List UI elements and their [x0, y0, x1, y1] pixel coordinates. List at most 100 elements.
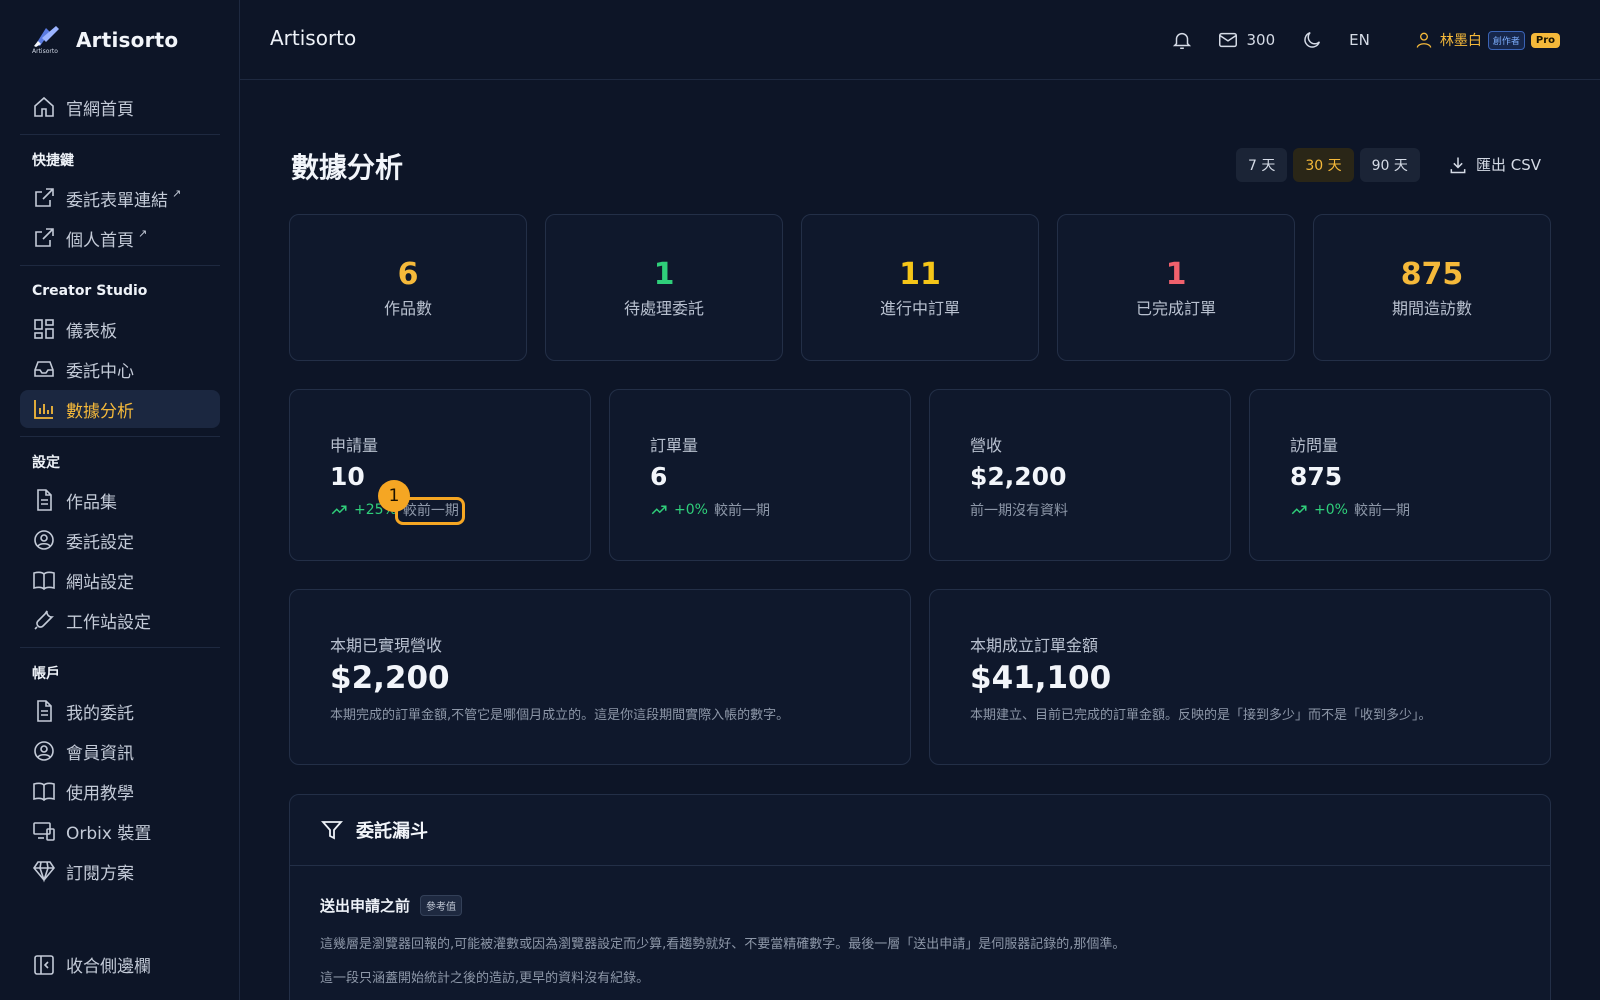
section-creator-studio: Creator Studio [32, 283, 148, 299]
book-open-icon [33, 571, 55, 591]
notifications-button[interactable] [1171, 29, 1193, 51]
stat-label: 待處理委託 [623, 299, 704, 318]
trend-compare: 較前一期 [1353, 503, 1410, 519]
stat-card-visits: 875 期間造訪數 [1313, 214, 1551, 361]
sidebar-item-workstation-settings[interactable]: 工作站設定 [20, 601, 220, 639]
sidebar-item-dashboard[interactable]: 儀表板 [20, 310, 220, 348]
stat-card-orders-in-progress: 11 進行中訂單 [801, 214, 1039, 361]
messages-button[interactable]: 300 [1217, 29, 1276, 51]
sidebar-item-label: 儀表板 [66, 321, 117, 342]
metric-card-revenue: 營收 $2,200 前一期沒有資料 [929, 389, 1231, 561]
divider [20, 265, 220, 266]
date-range-selector: 7 天 30 天 90 天 [1236, 148, 1420, 182]
divider [20, 436, 220, 437]
range-90-days-button[interactable]: 90 天 [1359, 148, 1420, 182]
divider [290, 865, 1550, 866]
sidebar-item-site-settings[interactable]: 網站設定 [20, 561, 220, 599]
bar-chart-icon [34, 400, 53, 419]
sidebar-item-personal-home[interactable]: 個人首頁 ↗ [20, 219, 220, 257]
sidebar-item-label: 網站設定 [66, 572, 134, 593]
trend-delta: +0% [674, 502, 708, 518]
metric-note: 前一期沒有資料 [970, 503, 1068, 519]
sidebar-item-subscription[interactable]: 訂閱方案 [20, 852, 220, 890]
metric-label: 訂單量 [650, 436, 699, 455]
metric-label: 訪問量 [1290, 436, 1339, 455]
collapse-sidebar-button[interactable]: 收合側邊欄 [32, 952, 151, 977]
section-shortcuts: 快捷鍵 [32, 153, 74, 169]
external-link-icon [35, 188, 54, 207]
export-label: 匯出 CSV [1476, 156, 1542, 174]
funnel-note: 這一段只涵蓋開始統計之後的造訪,更早的資料沒有紀錄。 [320, 971, 650, 986]
range-30-days-button[interactable]: 30 天 [1293, 148, 1354, 182]
creator-badge: 創作者 [1487, 30, 1525, 50]
wrench-icon [34, 610, 54, 630]
revenue-label: 本期成立訂單金額 [970, 636, 1099, 655]
pro-badge: Pro [1530, 32, 1560, 48]
annotation-badge: 1 [378, 480, 410, 512]
sidebar-item-commission-settings[interactable]: 委託設定 [20, 521, 220, 559]
home-icon [34, 96, 54, 117]
user-menu[interactable]: 林墨白 創作者 Pro [1414, 30, 1560, 50]
trending-up-icon [651, 505, 667, 515]
document-icon [37, 489, 52, 511]
stat-card-pending-commissions: 1 待處理委託 [545, 214, 783, 361]
brand-name: Artisorto [76, 28, 179, 52]
trending-up-icon [331, 505, 347, 515]
sidebar-item-label: 訂閱方案 [66, 863, 134, 884]
realized-revenue-card: 本期已實現營收 $2,200 本期完成的訂單金額,不管它是哪個月成立的。這是你這… [289, 589, 911, 765]
sidebar-item-home[interactable]: 官網首頁 [20, 88, 220, 126]
trend-compare: 較前一期 [713, 503, 770, 519]
revenue-value: $2,200 [330, 660, 450, 696]
stat-label: 作品數 [383, 299, 432, 318]
sidebar-item-commission-center[interactable]: 委託中心 [20, 350, 220, 388]
language-button[interactable]: EN [1349, 31, 1370, 49]
sidebar-item-commission-form-link[interactable]: 委託表單連結 ↗ [20, 179, 220, 217]
mail-icon [1218, 32, 1237, 48]
external-link-icon [35, 228, 54, 247]
trend-up: +0% [1290, 501, 1348, 519]
brush-logo-icon [34, 26, 59, 47]
divider [20, 647, 220, 648]
sidebar-item-label: 個人首頁 [66, 230, 134, 251]
funnel-subtitle: 送出申請之前 參考值 [320, 895, 463, 916]
sidebar-item-analytics[interactable]: 數據分析 [20, 390, 220, 428]
stat-value: 1 [653, 257, 675, 292]
sidebar-collapse-icon [34, 954, 54, 975]
sidebar-item-member-info[interactable]: 會員資訊 [20, 732, 220, 770]
moon-icon [1304, 31, 1321, 48]
theme-toggle-button[interactable] [1301, 29, 1323, 51]
devices-icon [33, 822, 55, 841]
metric-card-orders: 訂單量 6 +0% 較前一期 [609, 389, 911, 561]
stat-value: 875 [1400, 257, 1464, 292]
user-icon [1416, 32, 1432, 48]
sidebar-item-label: 使用教學 [66, 783, 134, 804]
metric-trend: +0% 較前一期 [1290, 500, 1410, 520]
sidebar-item-label: 我的委託 [66, 703, 134, 724]
sidebar-item-my-commissions[interactable]: 我的委託 [20, 692, 220, 730]
reference-tag: 參考值 [420, 895, 463, 916]
sidebar-item-portfolio[interactable]: 作品集 [20, 481, 220, 519]
page-title: 數據分析 [291, 151, 404, 184]
export-csv-button[interactable]: 匯出 CSV [1448, 154, 1541, 175]
stat-label: 已完成訂單 [1135, 299, 1216, 318]
sidebar-item-label: 委託表單連結 [66, 190, 168, 211]
funnel-header: 委託漏斗 [320, 817, 428, 843]
user-name: 林墨白 [1439, 33, 1482, 49]
sidebar-item-label: 委託中心 [66, 361, 134, 382]
brand-logo: Artisorto [32, 24, 62, 56]
sidebar: Artisorto Artisorto 官網首頁 快捷鍵 委託表單連結 ↗ 個人… [0, 0, 240, 1000]
metric-value: 875 [1290, 462, 1343, 491]
sidebar-item-orbix-devices[interactable]: Orbix 裝置 [20, 812, 220, 850]
sidebar-item-tutorial[interactable]: 使用教學 [20, 772, 220, 810]
header-title: Artisorto [270, 26, 357, 50]
metric-card-applications: 申請量 10 +25% 較前一期 [289, 389, 591, 561]
mail-count: 300 [1246, 31, 1276, 49]
user-circle-icon [34, 741, 54, 761]
sidebar-item-label: 委託設定 [66, 532, 134, 553]
metric-label: 申請量 [330, 436, 379, 455]
user-circle-icon [34, 530, 54, 550]
range-7-days-button[interactable]: 7 天 [1236, 148, 1288, 182]
brand[interactable]: Artisorto Artisorto [32, 24, 178, 56]
metric-value: 6 [650, 462, 668, 491]
header-actions: 300 EN 林墨白 創作者 Pro [1171, 26, 1560, 54]
